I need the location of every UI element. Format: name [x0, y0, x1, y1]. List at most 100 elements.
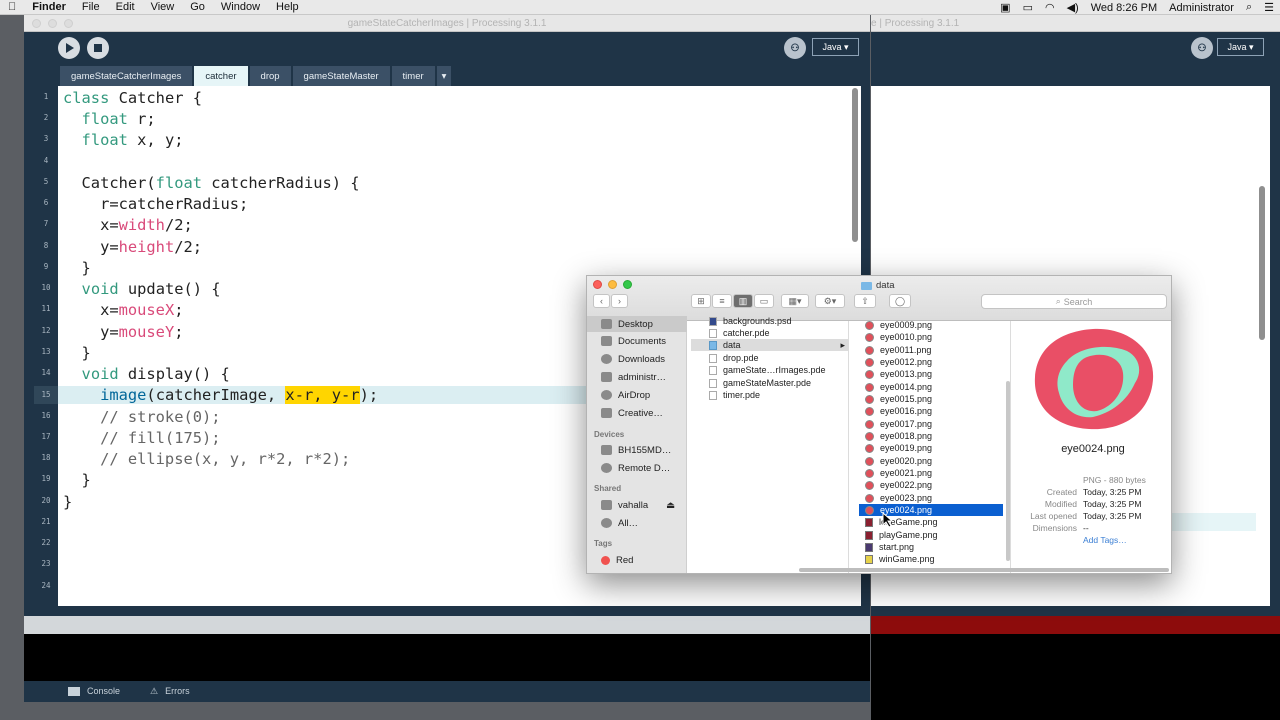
- list-item[interactable]: eye0013.png: [865, 368, 932, 380]
- menu-app-finder[interactable]: Finder: [24, 1, 74, 13]
- menubar-clock[interactable]: Wed 8:26 PM: [1085, 2, 1163, 14]
- list-item[interactable]: winGame.png: [865, 553, 935, 565]
- list-item[interactable]: eye0023.png: [865, 492, 932, 504]
- arrange-button[interactable]: ▦▾: [781, 294, 809, 308]
- wifi-icon[interactable]: ◠: [1039, 1, 1061, 14]
- list-item[interactable]: start.png: [865, 541, 914, 553]
- list-item[interactable]: eye0017.png: [865, 418, 932, 430]
- console-area[interactable]: [871, 634, 1280, 720]
- tab-drop[interactable]: drop: [249, 66, 291, 86]
- sidebar-item-vahalla[interactable]: vahalla ⏏: [587, 497, 687, 513]
- code-line-5: Catcher(float catcherRadius) {: [63, 174, 360, 192]
- editor-scrollbar[interactable]: [1259, 186, 1265, 340]
- sidebar-item-tag-red[interactable]: Red: [587, 552, 687, 568]
- mode-selector[interactable]: Java ▾: [1217, 38, 1264, 56]
- menubar-user[interactable]: Administrator: [1163, 2, 1240, 14]
- list-item[interactable]: eye0009.png: [865, 319, 932, 331]
- mode-selector[interactable]: Java ▾: [812, 38, 859, 56]
- eject-icon[interactable]: ⏏: [666, 500, 675, 511]
- volume-icon[interactable]: ◀): [1061, 1, 1085, 14]
- sidebar-item-downloads[interactable]: Downloads: [587, 351, 687, 367]
- column-view-button[interactable]: ▥: [733, 294, 753, 308]
- line-number: 4: [43, 156, 49, 165]
- file-name: eye0015.png: [880, 394, 933, 404]
- zoom-button[interactable]: [623, 280, 632, 289]
- icon-view-button[interactable]: ⊞: [691, 294, 711, 308]
- action-button[interactable]: ⚙▾: [815, 294, 845, 308]
- sidebar-section-tags: Tags: [594, 539, 613, 548]
- tab-timer[interactable]: timer: [391, 66, 435, 86]
- apple-icon[interactable]: : [0, 1, 24, 13]
- list-item[interactable]: playGame.png: [865, 529, 938, 541]
- list-item[interactable]: eye0021.png: [865, 467, 932, 479]
- minimize-button[interactable]: [48, 19, 57, 28]
- list-item[interactable]: eye0010.png: [865, 331, 932, 343]
- sidebar-item-all[interactable]: All…: [587, 515, 687, 531]
- tab-gameStateMaster[interactable]: gameStateMaster: [292, 66, 390, 86]
- gallery-view-button[interactable]: ▭: [754, 294, 774, 308]
- share-button[interactable]: ⇧: [854, 294, 876, 308]
- list-item[interactable]: catcher.pde: [709, 327, 770, 339]
- menu-file[interactable]: File: [74, 1, 108, 13]
- sidebar-item-home[interactable]: administr…: [587, 369, 687, 385]
- list-item[interactable]: eye0012.png: [865, 356, 932, 368]
- minimize-button[interactable]: [608, 280, 617, 289]
- list-item[interactable]: loseGame.png: [865, 516, 938, 528]
- editor-scrollbar[interactable]: [852, 88, 858, 242]
- sidebar-item-documents[interactable]: Documents: [587, 333, 687, 349]
- stop-button[interactable]: [87, 37, 109, 59]
- console-tab[interactable]: Console: [68, 686, 120, 696]
- menu-go[interactable]: Go: [182, 1, 213, 13]
- tabs-menu-button[interactable]: ▾: [436, 66, 452, 86]
- list-item[interactable]: gameState…rImages.pde: [709, 364, 826, 376]
- run-button[interactable]: [58, 37, 80, 59]
- sidebar-item-creative-cloud[interactable]: Creative…: [587, 405, 687, 421]
- screen-record-icon[interactable]: ▣: [994, 1, 1016, 14]
- console-area[interactable]: [24, 634, 870, 681]
- tab-gameStateCatcherImages[interactable]: gameStateCatcherImages: [60, 66, 193, 86]
- close-button[interactable]: [593, 280, 602, 289]
- list-item[interactable]: eye0022.png: [865, 479, 932, 491]
- list-item-data-folder[interactable]: data ▸: [691, 339, 849, 351]
- search-field[interactable]: ⌕ Search: [981, 294, 1167, 309]
- list-item-selected[interactable]: eye0024.png: [859, 504, 1003, 516]
- debugger-button[interactable]: ⚇: [1191, 37, 1213, 59]
- zoom-button[interactable]: [64, 19, 73, 28]
- list-item[interactable]: backgrounds.psd: [709, 315, 792, 327]
- sidebar-item-remote-disc[interactable]: Remote D…: [587, 460, 687, 476]
- menu-view[interactable]: View: [143, 1, 183, 13]
- list-item[interactable]: eye0020.png: [865, 455, 932, 467]
- tags-button[interactable]: ◯: [889, 294, 911, 308]
- debugger-button[interactable]: ⚇: [784, 37, 806, 59]
- list-item[interactable]: drop.pde: [709, 352, 759, 364]
- list-item[interactable]: eye0015.png: [865, 393, 932, 405]
- list-view-button[interactable]: ≡: [712, 294, 732, 308]
- list-item[interactable]: eye0019.png: [865, 442, 932, 454]
- list-item[interactable]: eye0014.png: [865, 381, 932, 393]
- errors-tab[interactable]: ⚠ Errors: [150, 686, 190, 697]
- list-item[interactable]: eye0011.png: [865, 344, 931, 356]
- notification-center-icon[interactable]: ☰: [1258, 1, 1280, 14]
- menu-window[interactable]: Window: [213, 1, 268, 13]
- list-item[interactable]: eye0016.png: [865, 405, 932, 417]
- back-button[interactable]: ‹: [593, 294, 610, 308]
- menu-help[interactable]: Help: [268, 1, 307, 13]
- sidebar-item-device[interactable]: BH155MD…: [587, 442, 687, 458]
- spotlight-icon[interactable]: ⌕: [1240, 1, 1258, 14]
- code-token: update() {: [118, 280, 221, 298]
- forward-button[interactable]: ›: [611, 294, 628, 308]
- menu-edit[interactable]: Edit: [108, 1, 143, 13]
- list-item[interactable]: gameStateMaster.pde: [709, 377, 811, 389]
- sketch-toolbar: ⚇ Java ▾: [871, 32, 1280, 75]
- list-item[interactable]: eye0018.png: [865, 430, 932, 442]
- list-item[interactable]: timer.pde: [709, 389, 760, 401]
- sidebar-item-airdrop[interactable]: AirDrop: [587, 387, 687, 403]
- close-button[interactable]: [32, 19, 41, 28]
- sidebar-item-desktop[interactable]: Desktop: [587, 316, 687, 332]
- add-tags-link[interactable]: Add Tags…: [1083, 535, 1127, 545]
- desktop-icon: [601, 319, 612, 329]
- airplay-icon[interactable]: ▭: [1017, 1, 1039, 14]
- tab-catcher[interactable]: catcher: [194, 66, 248, 86]
- horizontal-scrollbar[interactable]: [799, 568, 1169, 572]
- column-scrollbar[interactable]: [1006, 381, 1010, 561]
